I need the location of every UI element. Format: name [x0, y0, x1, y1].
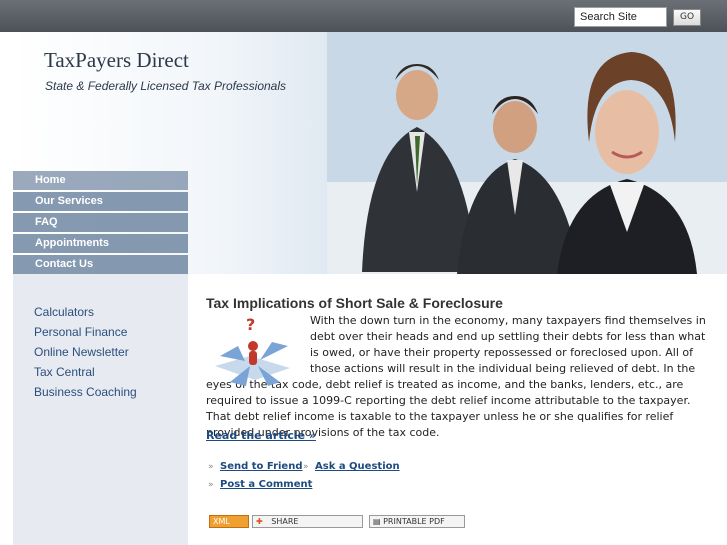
- sidebar-link-tax-central[interactable]: Tax Central: [34, 365, 95, 379]
- nav-item-home[interactable]: Home: [13, 171, 188, 190]
- printable-pdf-button[interactable]: ▤ PRINTABLE PDF: [369, 515, 465, 528]
- sidebar-link-calculators[interactable]: Calculators: [34, 305, 94, 319]
- search-input[interactable]: [574, 7, 667, 27]
- main-nav: Home Our Services FAQ Appointments Conta…: [13, 171, 188, 276]
- print-icon: ▤: [373, 517, 381, 526]
- top-bar: GO: [0, 0, 727, 32]
- arrow-icon: »: [303, 462, 309, 472]
- sidebar-link-online-newsletter[interactable]: Online Newsletter: [34, 345, 129, 359]
- arrow-icon: »: [208, 480, 214, 490]
- site-title: TaxPayers Direct: [44, 48, 189, 72]
- hero-photo: [327, 32, 727, 274]
- arrow-icon: »: [208, 462, 214, 472]
- sidebar-link-business-coaching[interactable]: Business Coaching: [34, 385, 137, 399]
- site-tagline: State & Federally Licensed Tax Professio…: [45, 79, 287, 93]
- main-content: Tax Implications of Short Sale & Foreclo…: [188, 274, 727, 545]
- xml-feed-badge[interactable]: XML: [209, 515, 249, 528]
- send-to-friend-link[interactable]: Send to Friend: [220, 461, 303, 472]
- sidebar-link-personal-finance[interactable]: Personal Finance: [34, 325, 127, 339]
- read-article-link[interactable]: Read the article »: [206, 429, 316, 442]
- nav-item-faq[interactable]: FAQ: [13, 213, 188, 232]
- question-arrows-icon: ?: [215, 316, 290, 386]
- article-title: Tax Implications of Short Sale & Foreclo…: [206, 295, 503, 311]
- share-button[interactable]: ✚ SHARE: [252, 515, 363, 528]
- nav-item-our-services[interactable]: Our Services: [13, 192, 188, 211]
- sidebar: Calculators Personal Finance Online News…: [13, 274, 188, 545]
- nav-item-appointments[interactable]: Appointments: [13, 234, 188, 253]
- search-go-button[interactable]: GO: [673, 9, 701, 26]
- ask-question-link[interactable]: Ask a Question: [315, 461, 400, 472]
- nav-item-contact-us[interactable]: Contact Us: [13, 255, 188, 274]
- post-comment-link[interactable]: Post a Comment: [220, 479, 312, 490]
- svg-text:?: ?: [246, 316, 255, 334]
